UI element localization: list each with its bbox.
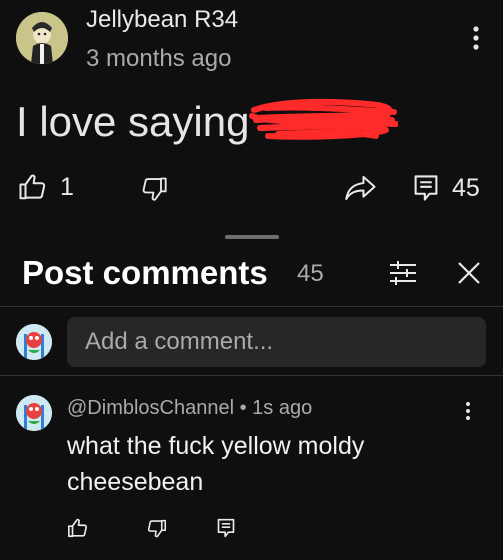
commenter-avatar[interactable]	[16, 395, 52, 431]
comment-reply-button[interactable]	[216, 517, 236, 539]
avatar-image	[16, 324, 52, 360]
share-button[interactable]	[345, 174, 377, 202]
add-comment-input[interactable]: Add a comment...	[67, 317, 486, 367]
filter-icon[interactable]	[388, 259, 418, 287]
comment-text: what the fuck yellow moldy cheesebean	[67, 432, 365, 496]
like-count: 1	[60, 172, 74, 201]
sheet-title: Post comments	[22, 254, 268, 291]
like-icon	[68, 518, 88, 538]
reply-count: 45	[452, 173, 480, 202]
post-text: I love saying	[16, 98, 250, 145]
comment-dislike-button[interactable]	[146, 518, 167, 539]
sheet-drag-handle[interactable]	[225, 235, 279, 239]
add-comment-placeholder: Add a comment...	[85, 328, 274, 355]
avatar-image	[16, 395, 52, 431]
close-icon[interactable]	[457, 261, 481, 285]
share-icon	[345, 175, 376, 201]
like-button[interactable]: 1	[18, 172, 74, 202]
comment-like-button[interactable]	[67, 517, 89, 539]
like-icon	[19, 174, 46, 200]
post-author-name[interactable]: Jellybean R34	[86, 6, 238, 34]
reply-icon	[414, 175, 438, 201]
avatar-image	[16, 12, 68, 64]
comment-meta: @DimblosChannel • 1s ago	[67, 397, 312, 420]
redaction-scribble	[248, 96, 398, 148]
comment-time: 1s ago	[252, 397, 313, 419]
dislike-button[interactable]	[140, 175, 168, 203]
comment-more-vert-icon[interactable]	[463, 401, 473, 421]
dislike-icon	[142, 177, 167, 201]
post-timestamp: 3 months ago	[86, 45, 232, 72]
current-user-avatar[interactable]	[16, 324, 52, 360]
more-vert-icon[interactable]	[470, 24, 482, 52]
divider	[0, 375, 503, 376]
divider	[0, 306, 503, 307]
meta-separator: •	[234, 397, 253, 419]
comment-author[interactable]: @DimblosChannel	[67, 397, 234, 419]
reply-icon	[217, 518, 235, 538]
post-author-avatar[interactable]	[16, 12, 68, 64]
comment-count: 45	[297, 260, 324, 287]
reply-button[interactable]: 45	[412, 173, 480, 203]
dislike-icon	[147, 519, 167, 538]
